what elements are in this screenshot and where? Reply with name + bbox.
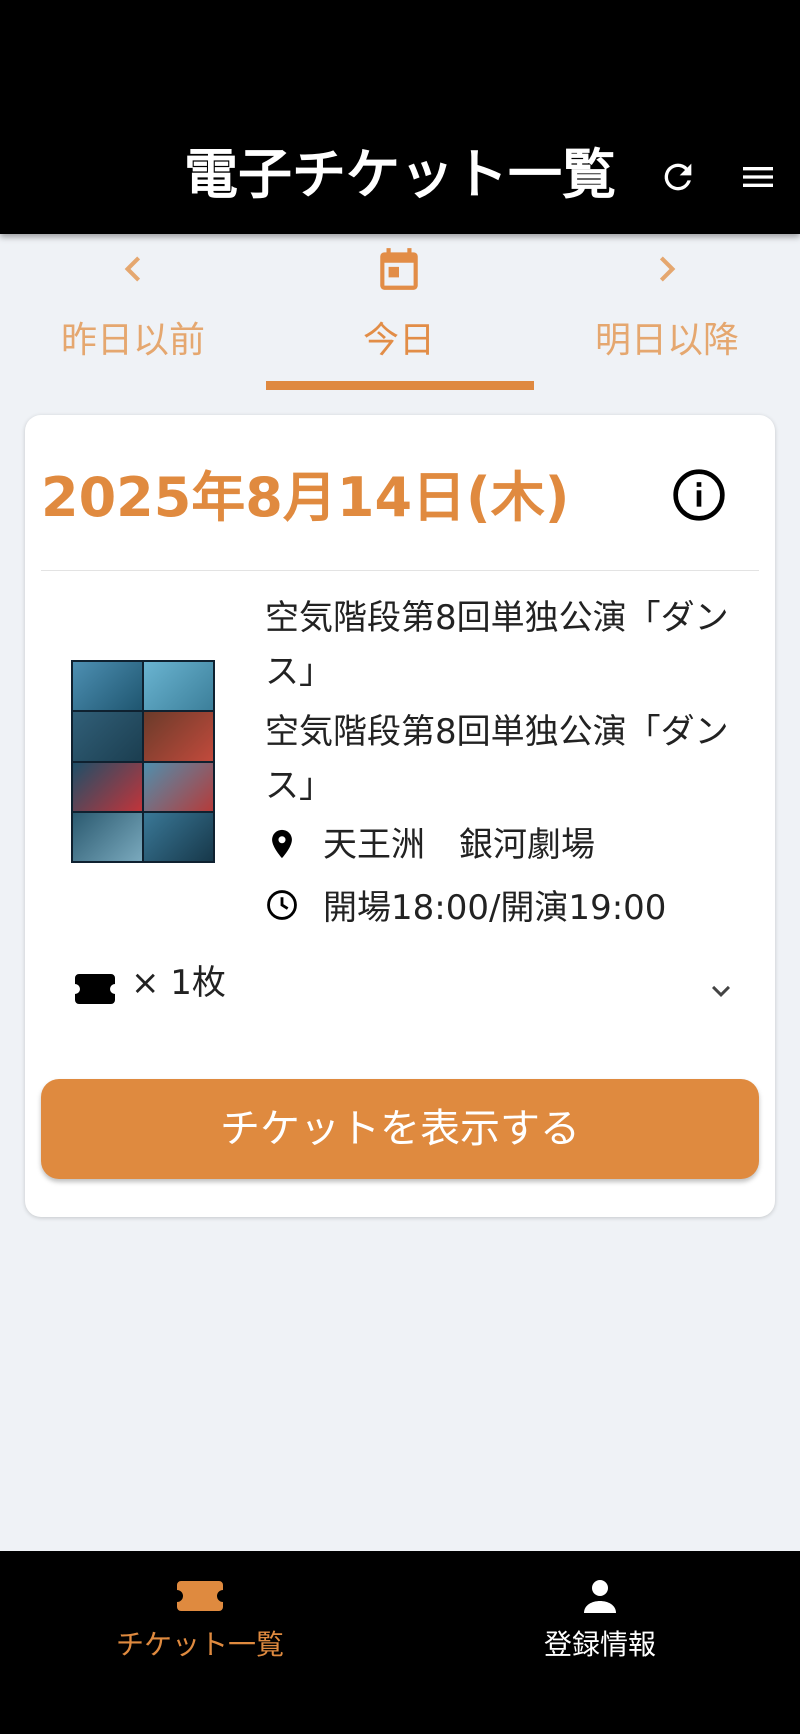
tab-today[interactable]: 今日 <box>266 234 532 394</box>
chevron-left-icon <box>124 256 141 282</box>
app-header: 電子チケット一覧 <box>0 0 800 234</box>
ticket-card: 2025年8月14日(木) 空気階段第8回単独公演「ダンス」 空気階段第8回単独… <box>25 415 775 1217</box>
calendar-icon <box>380 248 418 290</box>
event-venue: 天王洲 銀河劇場 <box>323 825 595 865</box>
event-time: 開場18:00/開演19:00 <box>323 888 667 928</box>
ticket-quantity: × 1枚 <box>131 963 226 1003</box>
nav-registration-info[interactable]: 登録情報 <box>400 1551 800 1734</box>
event-subtitle: 空気階段第8回単独公演「ダンス」 <box>265 712 729 806</box>
tab-after-tomorrow[interactable]: 明日以降 <box>534 234 800 394</box>
info-icon[interactable] <box>671 467 727 523</box>
page-title: 電子チケット一覧 <box>184 143 616 206</box>
bottom-navigation: チケット一覧 登録情報 <box>0 1551 800 1734</box>
chevron-down-icon[interactable] <box>703 973 739 1009</box>
event-date: 2025年8月14日(木) <box>41 466 570 529</box>
nav-label: チケット一覧 <box>115 1628 284 1661</box>
divider <box>41 570 759 571</box>
chevron-right-icon <box>659 256 676 282</box>
event-poster <box>71 660 215 863</box>
event-title: 空気階段第8回単独公演「ダンス」 <box>265 598 729 692</box>
ticket-icon <box>75 974 115 1004</box>
nav-ticket-list[interactable]: チケット一覧 <box>0 1551 400 1734</box>
show-ticket-button[interactable]: チケットを表示する <box>41 1079 759 1179</box>
tab-label: 明日以降 <box>594 320 739 361</box>
ticket-icon <box>177 1581 223 1611</box>
tab-label: 今日 <box>362 320 435 361</box>
menu-icon[interactable] <box>738 157 778 197</box>
date-navigation: 昨日以前 今日 明日以降 <box>0 234 800 394</box>
tab-before-yesterday[interactable]: 昨日以前 <box>0 234 266 394</box>
active-tab-indicator <box>266 381 534 390</box>
tab-label: 昨日以前 <box>60 320 205 361</box>
nav-label: 登録情報 <box>543 1628 656 1661</box>
refresh-icon[interactable] <box>658 157 698 197</box>
clock-icon <box>267 890 297 920</box>
person-icon <box>584 1580 616 1613</box>
location-pin-icon <box>272 829 292 859</box>
